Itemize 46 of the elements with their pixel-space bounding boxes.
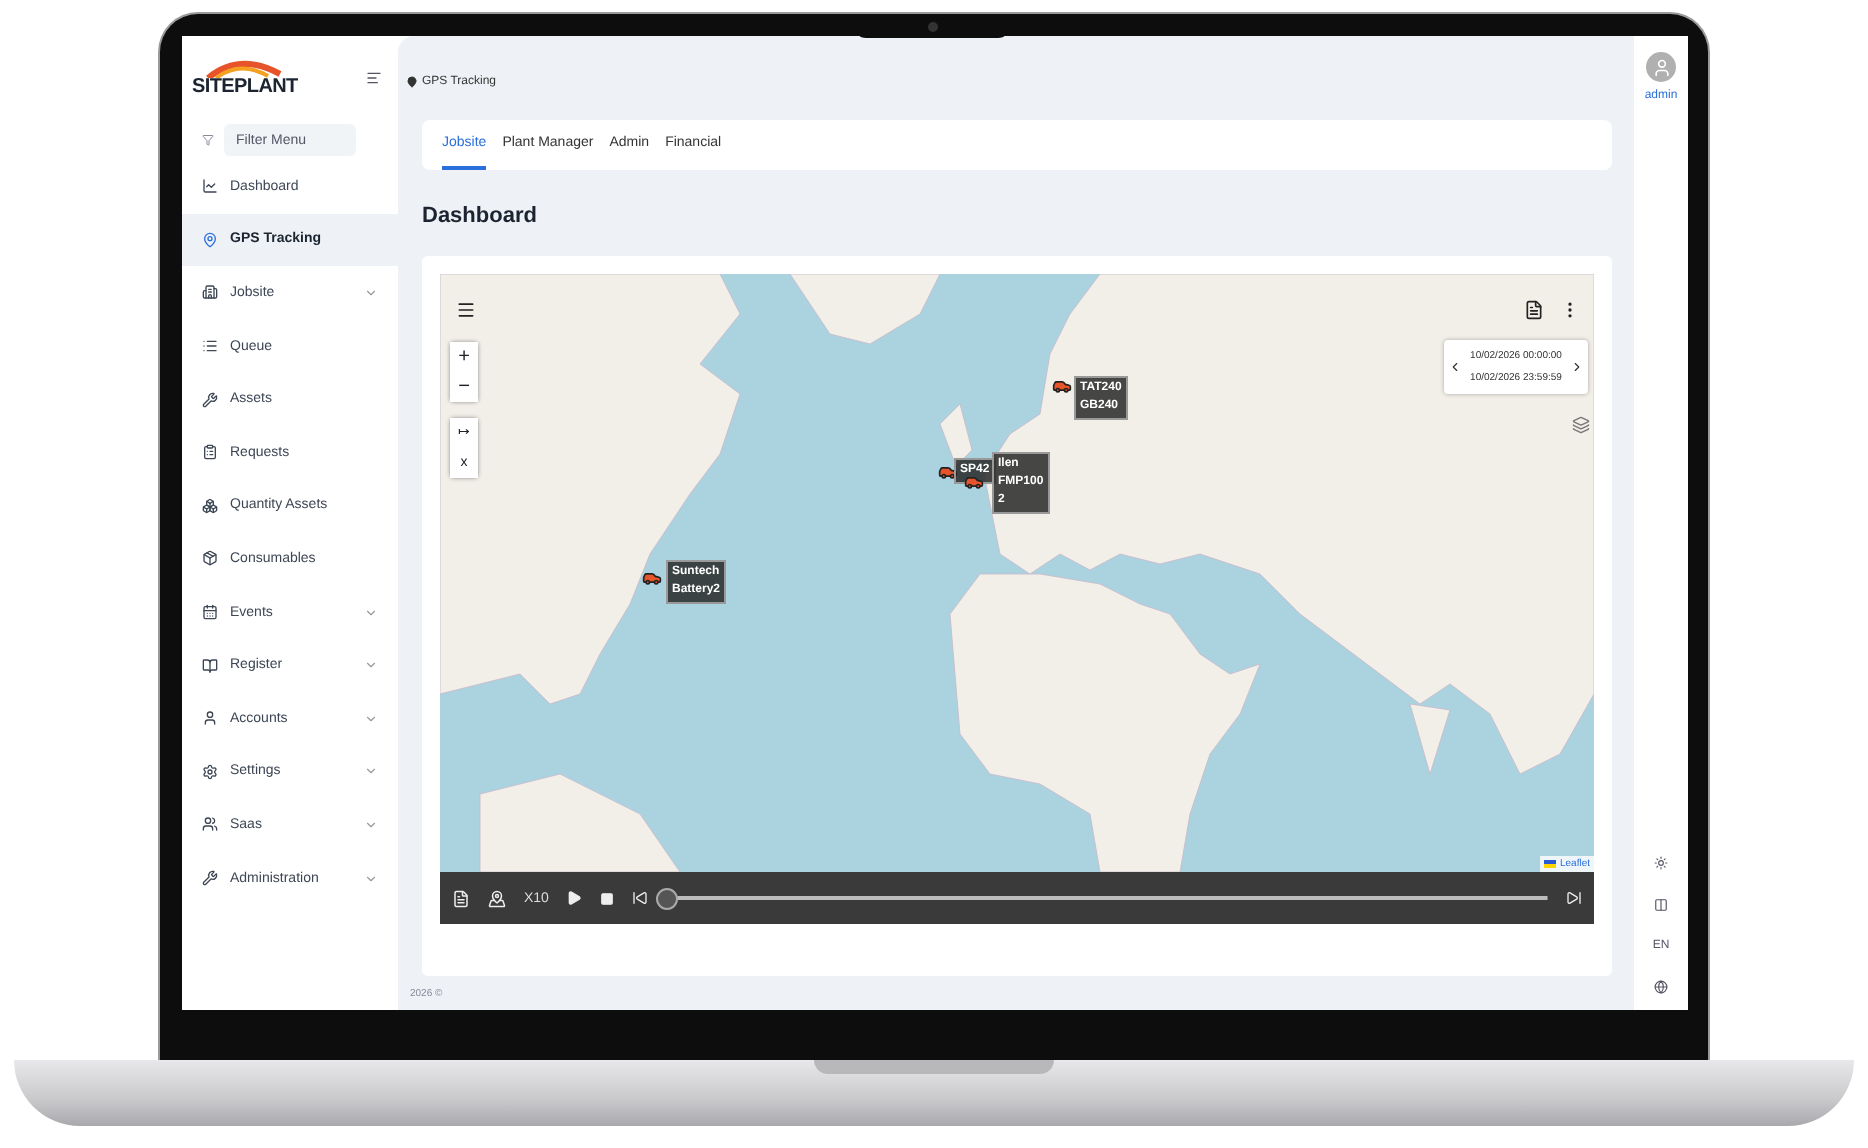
logo: SITEPLANT bbox=[192, 59, 298, 97]
page-title: Dashboard bbox=[422, 204, 539, 230]
sun-icon[interactable] bbox=[1654, 856, 1668, 870]
timeline-thumb[interactable] bbox=[656, 887, 679, 909]
map-icon[interactable] bbox=[488, 889, 506, 907]
filter-icon bbox=[202, 134, 214, 146]
document-icon[interactable] bbox=[1524, 300, 1544, 320]
menu-item-icon bbox=[202, 338, 218, 355]
vehicle-marker-icon[interactable] bbox=[642, 568, 662, 588]
chevron-down-icon bbox=[364, 764, 378, 779]
chevron-down-icon bbox=[364, 285, 378, 300]
play-icon[interactable] bbox=[566, 890, 583, 906]
chevron-down-icon bbox=[364, 658, 378, 673]
menu-item-icon bbox=[202, 497, 218, 514]
skip-forward-icon[interactable] bbox=[1566, 890, 1582, 906]
vehicle-marker-icon[interactable] bbox=[964, 472, 984, 492]
menu-icon[interactable] bbox=[456, 300, 476, 320]
menu-item-icon bbox=[202, 391, 218, 408]
skip-back-icon[interactable] bbox=[632, 890, 649, 906]
map-pin-icon bbox=[406, 76, 418, 88]
menu-item-icon bbox=[202, 763, 218, 780]
zoom-button[interactable]: + bbox=[450, 342, 478, 372]
globe-icon[interactable] bbox=[1654, 980, 1668, 994]
vehicle-marker-icon[interactable] bbox=[1052, 376, 1072, 396]
chevron-down-icon bbox=[364, 871, 378, 886]
chevron-down-icon bbox=[364, 711, 378, 726]
stop-icon[interactable] bbox=[600, 891, 615, 905]
chevron-right-icon[interactable] bbox=[1569, 360, 1584, 374]
menu-item-icon bbox=[202, 444, 218, 461]
menu-item-icon bbox=[202, 816, 218, 833]
menu-item-icon bbox=[202, 657, 218, 674]
menu-item-icon bbox=[202, 550, 218, 567]
menu-item-icon bbox=[202, 284, 218, 301]
columns-icon[interactable] bbox=[1654, 898, 1668, 912]
menu-item-icon bbox=[202, 870, 218, 887]
menu-item-icon bbox=[202, 710, 218, 727]
menu-item-icon bbox=[202, 231, 218, 248]
menu-item-icon bbox=[202, 178, 218, 195]
zoom-button[interactable]: − bbox=[450, 372, 478, 402]
chevron-left-icon[interactable] bbox=[1448, 360, 1462, 374]
menu-icon[interactable] bbox=[366, 70, 382, 86]
layers-icon[interactable] bbox=[1572, 416, 1590, 434]
chevron-down-icon bbox=[364, 817, 378, 832]
menu-item-icon bbox=[202, 604, 218, 621]
chevron-down-icon bbox=[364, 605, 378, 620]
flag-icon bbox=[1543, 860, 1556, 868]
